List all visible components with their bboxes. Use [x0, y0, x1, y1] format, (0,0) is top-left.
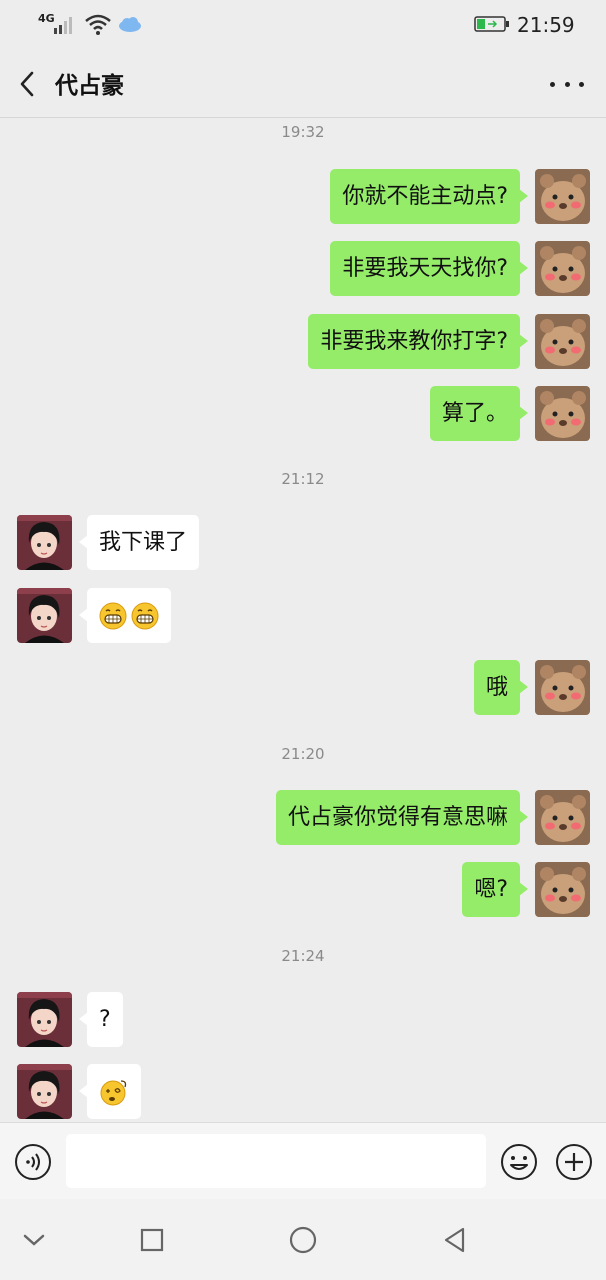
status-bar: 4G 21:59	[0, 0, 606, 50]
my-avatar[interactable]	[535, 660, 590, 715]
incoming-emoji-message[interactable]	[79, 588, 171, 643]
emoji-picker-icon[interactable]	[500, 1143, 538, 1181]
back-triangle-icon[interactable]	[438, 1223, 472, 1257]
input-bar	[0, 1122, 606, 1199]
contact-avatar[interactable]	[17, 515, 72, 570]
chat-title: 代占豪	[55, 73, 124, 99]
incoming-message[interactable]: 我下课了	[78, 515, 200, 570]
timestamp: 21:20	[281, 745, 325, 763]
bear-avatar-icon	[535, 790, 590, 845]
collapse-chevron-icon[interactable]	[17, 1223, 51, 1257]
timestamp: 21:24	[281, 947, 325, 965]
my-avatar[interactable]	[535, 862, 590, 917]
message-list[interactable]: 19:32 你就不能主动点? 非要我天天找你? 非要我来教你打字? 算了。 21…	[0, 118, 606, 1122]
my-avatar[interactable]	[535, 314, 590, 369]
outgoing-message[interactable]: 非要我天天找你?	[330, 241, 528, 296]
incoming-message[interactable]: ?	[79, 992, 123, 1047]
clock: 21:59	[517, 13, 575, 37]
plus-icon[interactable]	[555, 1143, 593, 1181]
contact-avatar[interactable]	[17, 1064, 72, 1119]
outgoing-message[interactable]: 哦	[473, 660, 529, 715]
back-arrow-icon[interactable]	[14, 68, 42, 100]
message-input[interactable]	[66, 1134, 486, 1188]
home-icon[interactable]	[286, 1223, 320, 1257]
outgoing-message[interactable]: 非要我来教你打字?	[308, 314, 528, 369]
dizzy-emoji-icon	[100, 1079, 127, 1105]
contact-avatar[interactable]	[17, 992, 72, 1047]
anime-avatar-icon	[17, 1064, 72, 1119]
bear-avatar-icon	[535, 386, 590, 441]
bear-avatar-icon	[535, 241, 590, 296]
bear-avatar-icon	[535, 862, 590, 917]
wifi-icon	[85, 14, 111, 35]
bear-avatar-icon	[535, 169, 590, 224]
my-avatar[interactable]	[535, 169, 590, 224]
my-avatar[interactable]	[535, 386, 590, 441]
outgoing-message[interactable]: 你就不能主动点?	[330, 169, 528, 224]
voice-input-icon[interactable]	[14, 1143, 52, 1181]
my-avatar[interactable]	[535, 241, 590, 296]
my-avatar[interactable]	[535, 790, 590, 845]
anime-avatar-icon	[17, 515, 72, 570]
bear-avatar-icon	[535, 660, 590, 715]
dot-icon	[579, 81, 584, 87]
grin-emoji-icon	[131, 602, 159, 629]
timestamp: 21:12	[281, 470, 325, 488]
signal-icon	[54, 17, 72, 34]
dot-icon	[564, 81, 570, 87]
bear-avatar-icon	[535, 314, 590, 369]
chat-header: 代占豪	[0, 50, 606, 118]
outgoing-message[interactable]: 算了。	[429, 386, 529, 441]
outgoing-message[interactable]: 代占豪你觉得有意思嘛	[275, 790, 529, 845]
anime-avatar-icon	[17, 588, 72, 643]
dot-icon	[550, 81, 555, 87]
contact-avatar[interactable]	[17, 588, 72, 643]
timestamp: 19:32	[281, 123, 325, 141]
incoming-emoji-message[interactable]	[79, 1064, 141, 1119]
grin-emoji-icon	[99, 602, 127, 629]
cloud-icon	[119, 17, 141, 32]
outgoing-message[interactable]: 嗯?	[462, 862, 528, 917]
system-nav-bar	[0, 1199, 606, 1280]
battery-icon	[474, 16, 509, 32]
recent-apps-icon[interactable]	[135, 1223, 169, 1257]
more-options-button[interactable]	[550, 72, 584, 96]
anime-avatar-icon	[17, 992, 72, 1047]
